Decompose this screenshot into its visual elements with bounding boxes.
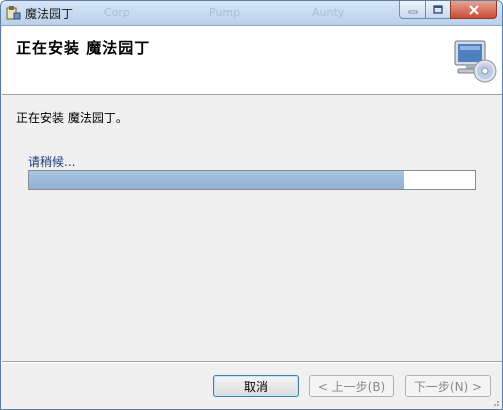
window-title: 魔法园丁 — [25, 7, 74, 21]
wait-label: 请稍候... — [28, 155, 76, 169]
back-button[interactable]: < 上一步(B) — [309, 375, 394, 397]
background-tab-ghost: Pump — [209, 6, 241, 19]
install-message: 正在安装 魔法园丁。 — [16, 111, 128, 125]
minimize-button[interactable] — [399, 1, 426, 19]
background-tab-ghost: Corp — [104, 6, 130, 19]
resize-grip-icon[interactable] — [490, 397, 500, 407]
close-icon — [468, 4, 479, 15]
computer-cd-icon — [454, 40, 497, 83]
progress-fill — [29, 171, 404, 189]
close-button[interactable] — [450, 1, 497, 19]
maximize-icon — [433, 5, 443, 14]
installer-window: 魔法园丁 Corp Pump Aunty 正在安装 魔法园丁 正在安装 魔法园丁… — [0, 0, 503, 410]
page-title: 正在安装 魔法园丁 — [16, 39, 151, 57]
header-banner: 正在安装 魔法园丁 — [2, 26, 502, 95]
progress-bar — [28, 170, 476, 190]
next-button[interactable]: 下一步(N) > — [405, 375, 491, 397]
background-tab-ghost: Aunty — [312, 6, 345, 19]
title-bar[interactable]: 魔法园丁 Corp Pump Aunty — [1, 1, 502, 26]
cancel-button[interactable]: 取消 — [213, 375, 299, 397]
maximize-button[interactable] — [425, 1, 451, 19]
minimize-icon — [408, 10, 417, 13]
footer-divider — [2, 361, 502, 363]
installer-icon — [6, 6, 21, 20]
